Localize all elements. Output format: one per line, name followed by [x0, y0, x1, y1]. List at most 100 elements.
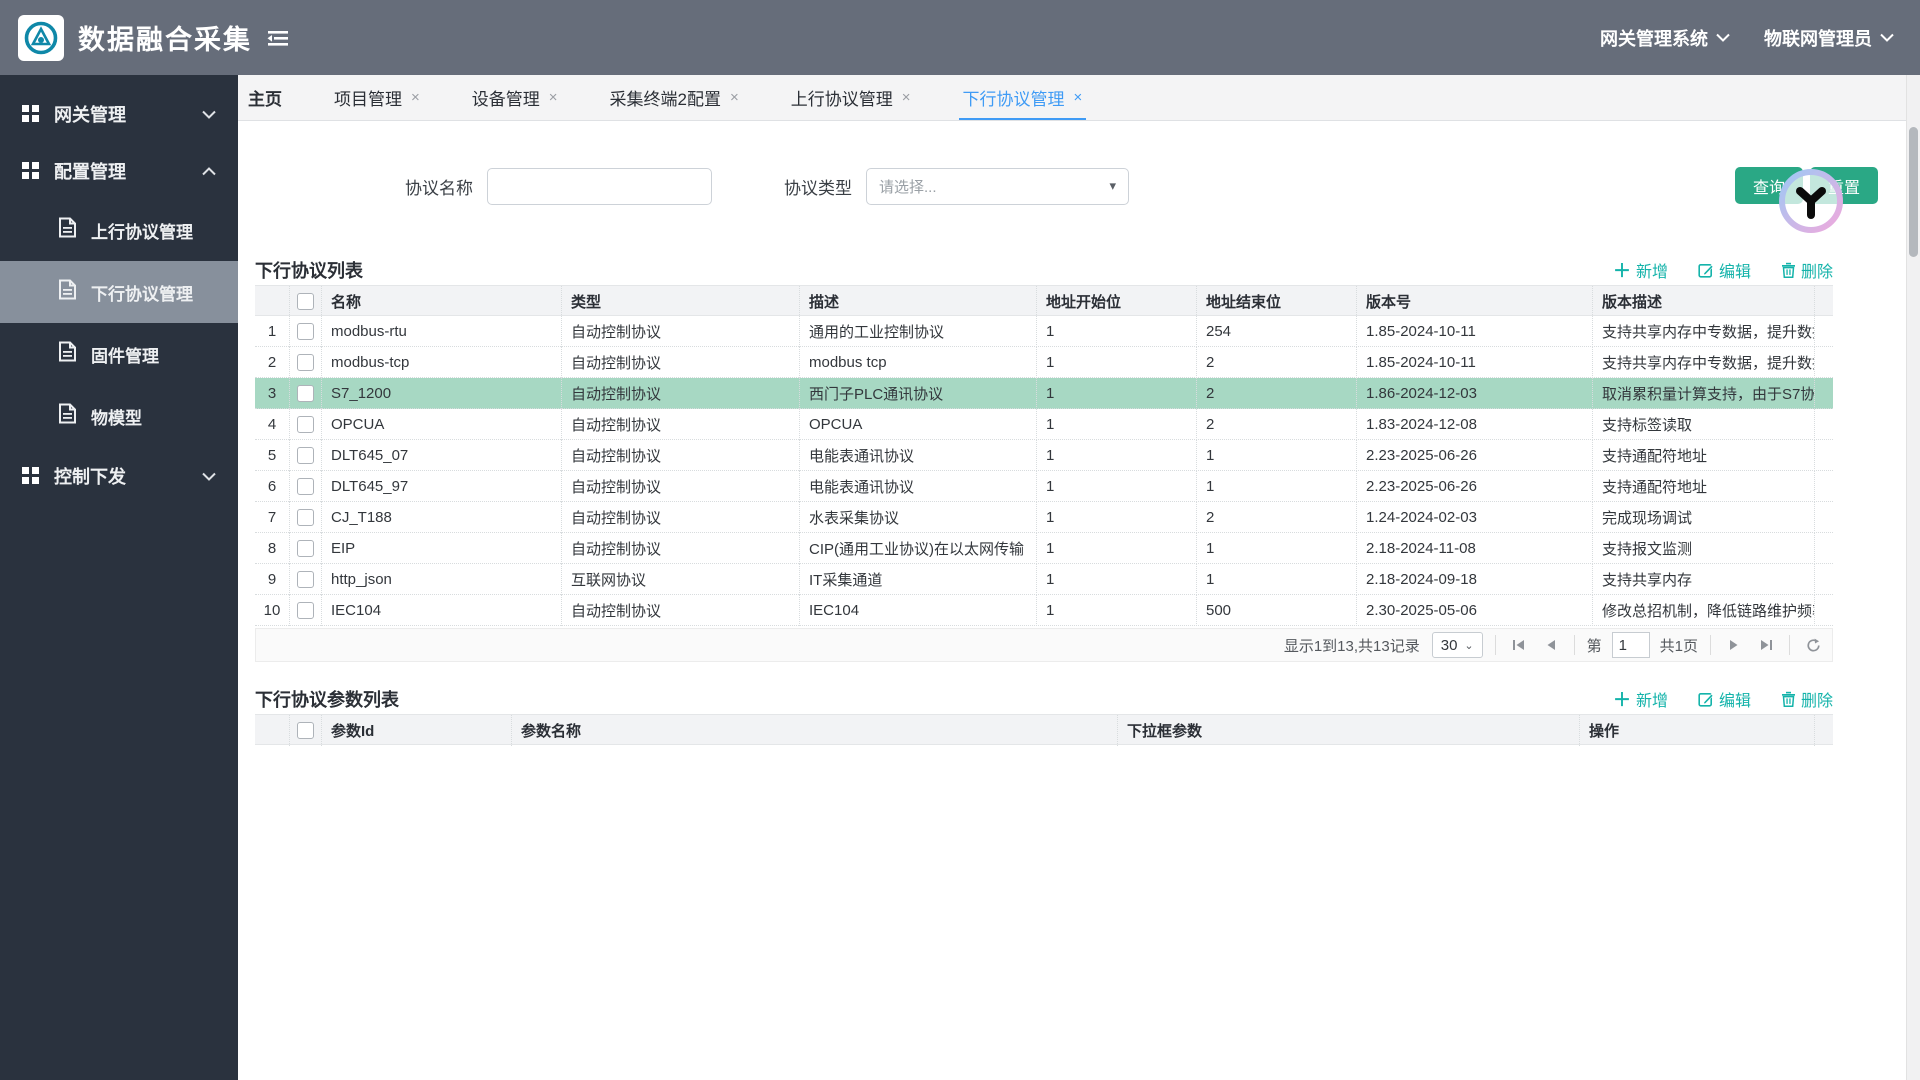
- cell-name: EIP: [322, 533, 562, 564]
- col-desc: 描述: [800, 286, 1037, 317]
- system-dropdown[interactable]: 网关管理系统: [1600, 25, 1730, 51]
- table-row[interactable]: 3S7_1200自动控制协议西门子PLC通讯协议121.86-2024-12-0…: [255, 378, 1833, 409]
- sidebar-group-控制下发[interactable]: 控制下发: [0, 447, 238, 504]
- prev-page-button[interactable]: [1540, 634, 1562, 656]
- cell-addr-end: 2: [1197, 409, 1357, 440]
- table-row[interactable]: 7CJ_T188自动控制协议水表采集协议121.24-2024-02-03完成现…: [255, 502, 1833, 533]
- sidebar-group-网关管理[interactable]: 网关管理: [0, 85, 238, 142]
- tab-close-icon[interactable]: ×: [902, 89, 911, 106]
- table-row[interactable]: 6DLT645_97自动控制协议电能表通讯协议112.23-2025-06-26…: [255, 471, 1833, 502]
- select-all-checkbox[interactable]: [297, 293, 314, 310]
- user-dropdown[interactable]: 物联网管理员: [1764, 25, 1894, 51]
- tab-close-icon[interactable]: ×: [730, 89, 739, 106]
- row-checkbox[interactable]: [297, 354, 314, 371]
- table-row[interactable]: 1modbus-rtu自动控制协议通用的工业控制协议12541.85-2024-…: [255, 316, 1833, 347]
- cell-type: 互联网协议: [562, 564, 800, 595]
- sidebar-item-下行协议管理[interactable]: 下行协议管理: [0, 261, 238, 323]
- cell-name: CJ_T188: [322, 502, 562, 533]
- user-dropdown-label: 物联网管理员: [1764, 25, 1872, 51]
- cell-version-desc: 取消累积量计算支持，由于S7协议: [1593, 378, 1815, 409]
- cell-desc: IEC104: [800, 595, 1037, 626]
- row-checkbox[interactable]: [297, 509, 314, 526]
- cell-name: S7_1200: [322, 378, 562, 409]
- protocol-list-actions: ＋新增 编辑 删除: [1613, 257, 1833, 283]
- row-checkbox[interactable]: [297, 385, 314, 402]
- tab-上行协议管理[interactable]: 上行协议管理×: [791, 75, 911, 120]
- row-checkbox[interactable]: [297, 416, 314, 433]
- table-row[interactable]: 8EIP自动控制协议CIP(通用工业协议)在以太网传输112.18-2024-1…: [255, 533, 1833, 564]
- plus-icon: ＋: [1613, 257, 1631, 283]
- add-protocol-button[interactable]: ＋新增: [1613, 257, 1668, 283]
- table-row[interactable]: 9http_json互联网协议IT采集通道112.18-2024-09-18支持…: [255, 564, 1833, 595]
- col-name: 名称: [322, 286, 562, 317]
- document-icon: [58, 217, 77, 238]
- tab-设备管理[interactable]: 设备管理×: [472, 75, 558, 120]
- sidebar-item-label: 物模型: [91, 404, 142, 429]
- tab-下行协议管理[interactable]: 下行协议管理×: [963, 75, 1083, 120]
- add-param-button[interactable]: ＋新增: [1613, 686, 1668, 712]
- scrollbar-thumb[interactable]: [1909, 127, 1918, 257]
- sidebar-item-上行协议管理[interactable]: 上行协议管理: [0, 199, 238, 261]
- grid-icon-square: [32, 115, 39, 122]
- sidebar-item-label: 固件管理: [91, 342, 159, 367]
- tab-主页[interactable]: 主页: [248, 75, 282, 120]
- current-page-input[interactable]: 1: [1612, 632, 1650, 658]
- row-checkbox[interactable]: [297, 323, 314, 340]
- row-checkbox[interactable]: [297, 447, 314, 464]
- row-checkbox[interactable]: [297, 540, 314, 557]
- edit-param-button[interactable]: 编辑: [1698, 686, 1751, 712]
- cell-version-desc: 支持报文监测: [1593, 533, 1815, 564]
- cell-addr-start: 1: [1037, 316, 1197, 347]
- table-row[interactable]: 4OPCUA自动控制协议OPCUA121.83-2024-12-08支持标签读取: [255, 409, 1833, 440]
- grid-icon-square: [32, 477, 39, 484]
- col-addr-start: 地址开始位: [1037, 286, 1197, 317]
- tab-close-icon[interactable]: ×: [411, 89, 420, 106]
- first-page-button[interactable]: [1508, 634, 1530, 656]
- cell-spacer: [1815, 347, 1833, 378]
- query-button[interactable]: 查询: [1735, 167, 1803, 204]
- cell-version: 2.18-2024-11-08: [1357, 533, 1593, 564]
- cell-addr-start: 1: [1037, 409, 1197, 440]
- cell-desc: CIP(通用工业协议)在以太网传输: [800, 533, 1037, 564]
- collapse-sidebar-icon[interactable]: [266, 28, 290, 48]
- protocol-type-placeholder: 请选择...: [879, 176, 937, 197]
- tab-close-icon[interactable]: ×: [549, 89, 558, 106]
- delete-protocol-button[interactable]: 删除: [1781, 257, 1833, 283]
- next-page-button[interactable]: [1723, 634, 1745, 656]
- table-row[interactable]: 2modbus-tcp自动控制协议modbus tcp121.85-2024-1…: [255, 347, 1833, 378]
- table-row[interactable]: 5DLT645_07自动控制协议电能表通讯协议112.23-2025-06-26…: [255, 440, 1833, 471]
- refresh-button[interactable]: [1802, 634, 1824, 656]
- page-size-select[interactable]: 30 ⌄: [1432, 632, 1483, 658]
- col-version-desc: 版本描述: [1593, 286, 1815, 317]
- row-checkbox[interactable]: [297, 602, 314, 619]
- tab-项目管理[interactable]: 项目管理×: [334, 75, 420, 120]
- sidebar-item-固件管理[interactable]: 固件管理: [0, 323, 238, 385]
- cell-type: 自动控制协议: [562, 440, 800, 471]
- delete-param-button[interactable]: 删除: [1781, 686, 1833, 712]
- cell-addr-end: 1: [1197, 440, 1357, 471]
- row-checkbox[interactable]: [297, 571, 314, 588]
- select-all-checkbox[interactable]: [297, 722, 314, 739]
- row-index: 3: [255, 378, 290, 409]
- document-icon: [58, 279, 77, 305]
- cell-type: 自动控制协议: [562, 347, 800, 378]
- cell-addr-end: 1: [1197, 471, 1357, 502]
- edit-protocol-button[interactable]: 编辑: [1698, 257, 1751, 283]
- col-type: 类型: [562, 286, 800, 317]
- header-index: [255, 715, 290, 746]
- protocol-name-input[interactable]: [487, 168, 712, 205]
- last-page-button[interactable]: [1755, 634, 1777, 656]
- app-window: 数据融合采集 网关管理系统 物联网管理员 网关管理配置管理上行协议管理下行协议管…: [0, 0, 1920, 1080]
- main-content: 协议名称 协议类型 请选择... ▾ 查询 重置 下行协议列表 ＋新增 编辑: [238, 121, 1906, 1080]
- cell-version: 1.86-2024-12-03: [1357, 378, 1593, 409]
- table-row[interactable]: 10IEC104自动控制协议IEC10415002.30-2025-05-06修…: [255, 595, 1833, 626]
- protocol-type-select[interactable]: 请选择... ▾: [866, 168, 1129, 205]
- tab-采集终端2配置[interactable]: 采集终端2配置×: [610, 75, 739, 120]
- reset-button[interactable]: 重置: [1810, 167, 1878, 204]
- row-checkbox[interactable]: [297, 478, 314, 495]
- tab-close-icon[interactable]: ×: [1074, 89, 1083, 106]
- sidebar-item-物模型[interactable]: 物模型: [0, 385, 238, 447]
- cell-spacer: [1815, 471, 1833, 502]
- sidebar-group-配置管理[interactable]: 配置管理: [0, 142, 238, 199]
- cell-addr-start: 1: [1037, 378, 1197, 409]
